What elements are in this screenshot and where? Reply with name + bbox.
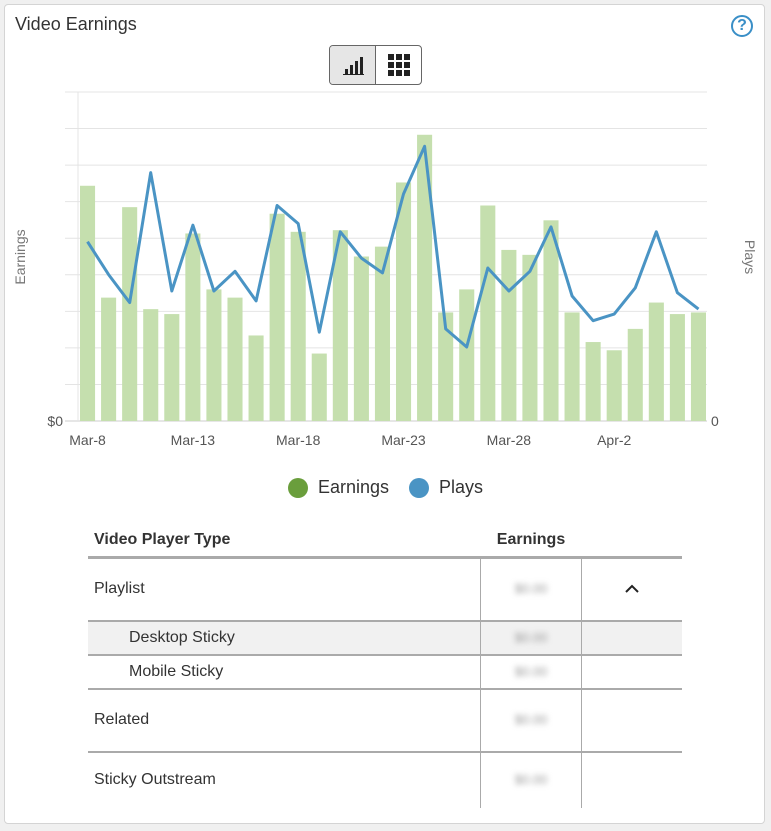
row-name: Desktop Sticky — [88, 620, 481, 656]
plays-dot-icon — [409, 477, 430, 498]
row-earnings: $0.00 — [514, 772, 548, 787]
table-row-related[interactable]: Related $0.00 — [88, 688, 682, 753]
legend-label-plays: Plays — [439, 477, 484, 497]
row-name: Mobile Sticky — [88, 654, 481, 690]
collapse-chevron-icon[interactable] — [581, 557, 682, 622]
table-row-sticky-outstream[interactable]: Sticky Outstream $0.00 — [88, 751, 682, 808]
left-axis-min-label: $0 — [47, 413, 63, 429]
right-axis-min-label: 0 — [711, 413, 719, 429]
row-earnings: $0.00 — [514, 581, 548, 597]
bar-Mar-9 — [101, 297, 117, 421]
bar-Mar-13 — [185, 233, 201, 421]
bar-Mar-31 — [564, 312, 580, 421]
row-name: Playlist — [88, 557, 481, 622]
bar-Mar-17 — [269, 213, 285, 421]
header-earnings[interactable]: Earnings — [480, 523, 582, 559]
x-tick-label: Mar-8 — [69, 432, 106, 448]
bar-Apr-3 — [627, 328, 643, 421]
bar-Mar-15 — [227, 297, 243, 421]
header-spacer — [581, 523, 682, 559]
player-type-table: Video Player Type Earnings Playlist $0.0… — [88, 523, 682, 808]
bar-Mar-28 — [501, 249, 517, 421]
bar-Mar-21 — [353, 256, 369, 421]
bar-Mar-24 — [417, 134, 433, 421]
row-name: Sticky Outstream — [94, 771, 216, 788]
legend-item-earnings[interactable]: Earnings — [287, 477, 390, 498]
bar-Mar-11 — [143, 309, 159, 421]
bar-Mar-26 — [459, 289, 475, 421]
bar-Mar-19 — [311, 353, 327, 421]
bar-Mar-27 — [480, 205, 496, 421]
bar-Mar-16 — [248, 335, 264, 421]
table-row-playlist[interactable]: Playlist $0.00 — [88, 557, 682, 622]
header-player-type[interactable]: Video Player Type — [88, 523, 481, 559]
bar-Apr-2 — [606, 350, 622, 421]
bar-Mar-12 — [164, 314, 180, 421]
earnings-plays-chart: Mar-8 Mar-13 Mar-18 Mar-23 Mar-28 Apr-2 $0 0 Ear… — [12, 91, 758, 448]
legend-item-plays[interactable]: Plays — [409, 477, 483, 498]
bar-Mar-18 — [290, 231, 306, 421]
earnings-dot-icon — [287, 477, 308, 498]
chart-legend: Earnings Plays — [5, 477, 766, 498]
row-earnings: $0.00 — [514, 712, 548, 727]
table-row-mobile-sticky[interactable]: Mobile Sticky $0.00 — [88, 654, 682, 690]
left-axis-title: Earnings — [12, 229, 28, 284]
bar-Mar-10 — [122, 207, 138, 421]
legend-label-earnings: Earnings — [317, 477, 390, 497]
bar-Apr-1 — [585, 342, 601, 421]
x-tick-label: Apr-2 — [597, 432, 631, 448]
right-axis-title: Plays — [742, 240, 758, 274]
bar-Mar-8 — [80, 185, 96, 421]
table-row-desktop-sticky[interactable]: Desktop Sticky $0.00 — [88, 620, 682, 656]
bar-Mar-29 — [522, 254, 538, 421]
row-earnings: $0.00 — [514, 663, 548, 679]
x-tick-label: Mar-13 — [171, 432, 216, 448]
x-tick-label: Mar-28 — [487, 432, 532, 448]
bar-Apr-4 — [648, 302, 664, 421]
bar-Mar-14 — [206, 289, 222, 421]
x-tick-label: Mar-23 — [381, 432, 426, 448]
bar-Apr-6 — [690, 312, 706, 421]
video-earnings-widget: Video Earnings ? Mar-8 Mar-13 Mar-18 Mar-23… — [4, 4, 765, 824]
row-name: Related — [88, 688, 481, 753]
row-earnings: $0.00 — [514, 629, 548, 645]
bar-Mar-30 — [543, 220, 559, 421]
bar-Apr-5 — [669, 314, 685, 421]
x-tick-label: Mar-18 — [276, 432, 321, 448]
